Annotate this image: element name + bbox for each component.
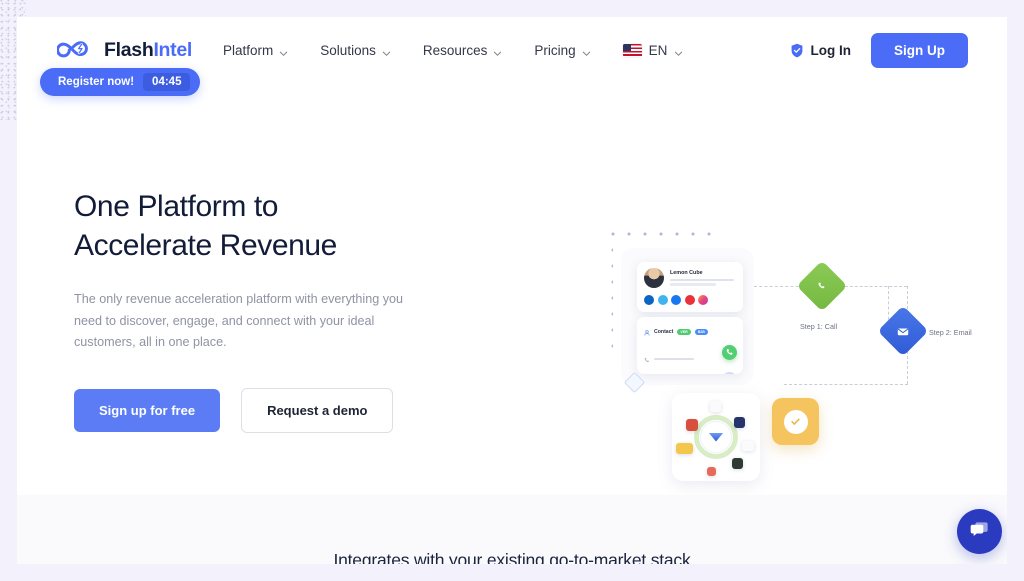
contact-name: Lemon Cube bbox=[670, 270, 703, 277]
dot-grid-top-decoration bbox=[605, 226, 711, 242]
step2-label: Step 2: Email bbox=[929, 328, 972, 337]
chat-widget-button[interactable] bbox=[957, 509, 1002, 554]
contact-phone-row bbox=[644, 345, 737, 368]
contact-identity: Lemon Cube bbox=[670, 270, 734, 286]
facebook-icon[interactable] bbox=[671, 295, 681, 305]
hub-core-icon bbox=[701, 422, 731, 452]
chevron-down-icon bbox=[382, 46, 391, 56]
integration-tile-7 bbox=[676, 443, 693, 454]
integration-tile-6 bbox=[707, 467, 716, 476]
nav-item-resources[interactable]: Resources bbox=[423, 35, 503, 66]
nav-item-label: Resources bbox=[422, 42, 488, 58]
infinity-bolt-logo-icon bbox=[56, 38, 95, 62]
contact-phone-value bbox=[654, 357, 694, 361]
signup-free-button[interactable]: Sign up for free bbox=[74, 388, 221, 432]
integration-tile-2 bbox=[710, 401, 721, 412]
header-actions: Log In Sign Up bbox=[790, 32, 968, 68]
shield-icon bbox=[790, 43, 804, 58]
chat-bubble-icon bbox=[968, 518, 991, 546]
instagram-icon[interactable] bbox=[698, 295, 708, 305]
success-tile bbox=[772, 398, 819, 445]
contact-company-placeholder bbox=[670, 283, 716, 286]
hero-subtitle: The only revenue acceleration platform w… bbox=[74, 292, 404, 349]
login-link[interactable]: Log In bbox=[790, 42, 852, 58]
nav-item-solutions[interactable]: Solutions bbox=[320, 35, 391, 66]
chevron-down-icon bbox=[582, 46, 591, 56]
contact-detail-header: Contact VER B2B bbox=[644, 323, 736, 341]
page-title: One Platform to Accelerate Revenue bbox=[74, 187, 444, 265]
phone-icon bbox=[644, 350, 650, 368]
integration-tile-3 bbox=[734, 417, 745, 428]
contact-section-label: Contact bbox=[654, 329, 674, 335]
nav-item-pricing[interactable]: Pricing bbox=[534, 35, 590, 66]
dot-grid-left-decoration bbox=[605, 242, 613, 358]
nav-item-label: Pricing bbox=[534, 42, 576, 58]
email-action-button[interactable] bbox=[722, 372, 737, 374]
integrations-hub-card bbox=[672, 393, 760, 481]
integration-tile-5 bbox=[732, 458, 743, 469]
nav-item-label: Solutions bbox=[320, 42, 376, 58]
connector-line-4 bbox=[784, 384, 908, 385]
call-action-button[interactable] bbox=[722, 345, 737, 360]
avatar bbox=[644, 268, 664, 288]
nav-item-platform[interactable]: Platform bbox=[223, 35, 288, 66]
page-container: FlashIntel Platform Solutions Resources bbox=[17, 17, 1007, 564]
brand-name: FlashIntel bbox=[104, 39, 192, 62]
hero-section: One Platform to Accelerate Revenue The o… bbox=[17, 83, 1007, 495]
chevron-down-icon bbox=[674, 46, 683, 56]
nav-item-label: Platform bbox=[223, 42, 274, 58]
badge-verified: VER bbox=[677, 329, 691, 335]
contact-role-placeholder bbox=[670, 278, 734, 282]
chevron-down-icon bbox=[493, 46, 502, 56]
contact-profile-header: Lemon Cube bbox=[644, 268, 736, 288]
social-links-row bbox=[644, 295, 736, 305]
integrations-headline: Integrates with your existing go-to-mark… bbox=[333, 550, 691, 564]
twitter-icon[interactable] bbox=[657, 295, 668, 305]
main-navigation: Platform Solutions Resources Pricing EN bbox=[223, 35, 683, 66]
hero-illustration: Lemon Cube Contact VER B2B Step 1: Call … bbox=[587, 218, 987, 493]
step1-call-node[interactable] bbox=[796, 260, 848, 312]
hero-copy: One Platform to Accelerate Revenue The o… bbox=[74, 187, 444, 433]
signup-button[interactable]: Sign Up bbox=[871, 32, 968, 68]
login-label: Log In bbox=[810, 42, 852, 58]
request-demo-button[interactable]: Request a demo bbox=[241, 387, 394, 433]
brand-name-part1: Flash bbox=[104, 38, 154, 61]
connector-line-2 bbox=[840, 286, 907, 287]
contact-profile-card: Lemon Cube bbox=[637, 262, 743, 312]
us-flag-icon bbox=[622, 43, 642, 57]
connector-line-1 bbox=[754, 286, 804, 287]
youtube-icon[interactable] bbox=[684, 295, 695, 305]
countdown-timer: 04:45 bbox=[143, 73, 191, 91]
register-now-banner[interactable]: Register now! 04:45 bbox=[40, 68, 201, 96]
check-circle-icon bbox=[783, 409, 808, 434]
hero-heading-line2: Accelerate Revenue bbox=[74, 229, 337, 262]
register-now-label: Register now! bbox=[58, 76, 135, 88]
linkedin-icon[interactable] bbox=[644, 295, 654, 305]
hero-cta-row: Sign up for free Request a demo bbox=[74, 387, 444, 433]
chevron-down-icon bbox=[279, 46, 288, 56]
language-selector[interactable]: EN bbox=[622, 35, 684, 66]
contact-detail-card: Contact VER B2B bbox=[637, 317, 743, 374]
badge-direct: B2B bbox=[694, 329, 708, 335]
footer-band: Integrates with your existing go-to-mark… bbox=[17, 495, 1007, 564]
brand-name-part2: Intel bbox=[153, 38, 193, 61]
person-icon bbox=[644, 323, 650, 341]
step2-email-node[interactable] bbox=[877, 305, 929, 357]
integration-tile-4 bbox=[742, 441, 754, 451]
language-label: EN bbox=[648, 42, 668, 58]
hero-heading-line1: One Platform to bbox=[74, 190, 279, 223]
step1-label: Step 1: Call bbox=[800, 322, 838, 331]
brand-logo[interactable]: FlashIntel bbox=[56, 38, 192, 62]
integration-tile-1 bbox=[686, 419, 698, 431]
